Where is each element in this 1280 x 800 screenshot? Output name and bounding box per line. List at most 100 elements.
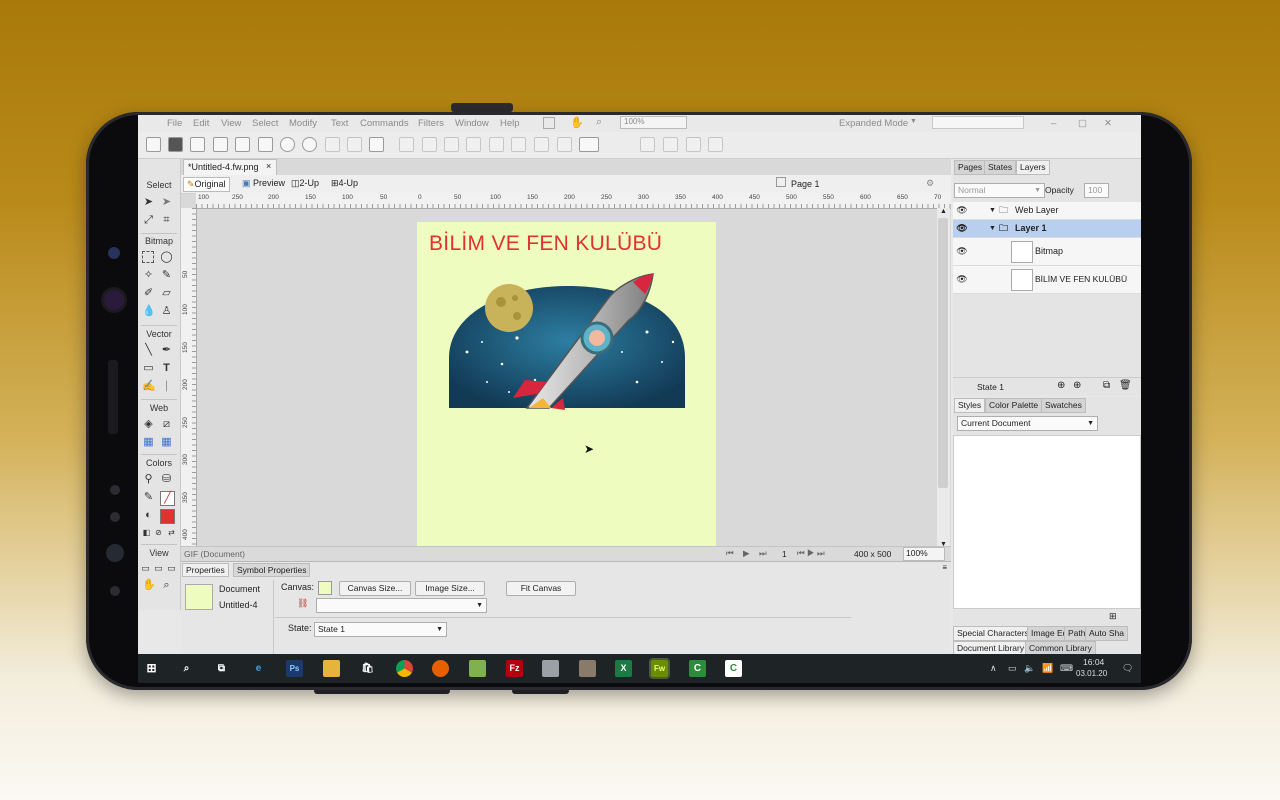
tray-icon[interactable]: ▭ (1008, 663, 1017, 674)
keyboard-icon[interactable]: ⌨ (1060, 663, 1073, 674)
eye-icon[interactable]: 👁 (955, 266, 969, 293)
tab-special-characters[interactable]: Special Characters (953, 626, 1033, 641)
arrange-back-icon[interactable] (663, 137, 678, 152)
full-screen-icon[interactable]: ▭ (165, 562, 178, 575)
eye-icon[interactable]: 👁 (955, 238, 969, 265)
layer-row-web[interactable]: 👁 ▼ 🗀 Web Layer (953, 202, 1141, 220)
new-sublayer-icon[interactable]: ⊕ (1073, 380, 1081, 391)
duplicate-layer-icon[interactable]: ⧉ (1103, 380, 1110, 391)
show-slices-icon[interactable]: ▦ (160, 436, 173, 449)
group-icon[interactable] (399, 137, 414, 152)
notifications-icon[interactable]: 🗨 (1122, 663, 1133, 674)
menu-view[interactable]: View (221, 118, 241, 129)
punch-icon[interactable] (466, 137, 481, 152)
delete-layer-icon[interactable]: 🗑 (1119, 380, 1132, 391)
menu-modify[interactable]: Modify (289, 118, 317, 129)
cut-icon[interactable] (325, 137, 340, 152)
scale-tool-icon[interactable]: ⤢ (142, 214, 155, 227)
layer-row-layer1[interactable]: 👁 ▼ 🗀 Layer 1 (953, 220, 1141, 238)
freeform-tool-icon[interactable]: ✍ (142, 380, 156, 393)
menu-commands[interactable]: Commands (360, 118, 409, 129)
preview-view-button[interactable]: ▣ Preview (239, 177, 288, 190)
menu-select[interactable]: Select (252, 118, 278, 129)
notepad-icon[interactable] (469, 660, 486, 677)
camtasia-recorder-icon[interactable]: C (725, 660, 742, 677)
hand-tool-icon[interactable]: ✋ (142, 579, 156, 592)
close-icon[interactable]: × (266, 161, 271, 171)
prev-page-icon[interactable]: ▶ (743, 548, 750, 559)
tab-states[interactable]: States (984, 160, 1017, 175)
hotspot-tool-icon[interactable]: ◈ (142, 418, 155, 431)
mode-select[interactable]: Expanded Mode (839, 118, 908, 129)
paint-bucket-tool-icon[interactable]: ⛁ (160, 473, 173, 486)
zoom-select[interactable]: 100% (620, 116, 687, 129)
tab-auto-shapes[interactable]: Auto Sha (1085, 626, 1128, 641)
slice-tool-icon[interactable]: ⧄ (160, 418, 173, 431)
tab-symbol-properties[interactable]: Symbol Properties (233, 563, 311, 577)
knife-tool-icon[interactable]: ∣ (160, 380, 173, 393)
menu-file[interactable]: File (167, 118, 182, 129)
magic-wand-tool-icon[interactable]: ✧ (142, 269, 155, 282)
fireworks-icon[interactable]: Fw (649, 658, 670, 679)
volume-icon[interactable]: 🔈 (1024, 663, 1035, 674)
menu-window[interactable]: Window (455, 118, 489, 129)
full-screen-menus-icon[interactable]: ▭ (152, 562, 165, 575)
layer-row-bitmap[interactable]: 👁 Bitmap (953, 238, 1141, 266)
text-tool-icon[interactable]: T (160, 362, 173, 375)
blend-mode-select[interactable]: Normal ▼ (954, 183, 1045, 198)
next-page-icon[interactable]: ⏭ (759, 548, 767, 559)
tab-properties[interactable]: Properties (182, 563, 229, 577)
scroll-up-icon[interactable]: ▲ (940, 208, 947, 215)
layer-row-text[interactable]: 👁 BİLİM VE FEN KULÜBÜ (953, 266, 1141, 294)
print-icon[interactable] (258, 137, 273, 152)
subselect-tool-icon[interactable]: ➤ (160, 196, 173, 209)
zoom-level-select[interactable]: 100% (903, 547, 945, 561)
tab-layers[interactable]: Layers (1016, 160, 1050, 175)
flip-icon[interactable] (708, 137, 723, 152)
taskbar-time[interactable]: 16:04 (1083, 657, 1104, 667)
copy-icon[interactable] (347, 137, 362, 152)
minimize-icon[interactable]: – (1051, 118, 1056, 129)
document-tab[interactable]: *Untitled-4.fw.png × (183, 159, 277, 175)
tab-styles[interactable]: Styles (954, 398, 986, 413)
open-icon[interactable] (190, 137, 205, 152)
firefox-icon[interactable] (432, 660, 449, 677)
zoom-tool-icon[interactable]: ⌕ (160, 579, 173, 592)
media-icon[interactable] (579, 660, 596, 677)
frame-controls-icon[interactable]: ⏮ ▶ ⏭ (797, 548, 825, 559)
chrome-icon[interactable] (396, 660, 413, 677)
canvas-title-text[interactable]: BİLİM VE FEN KULÜBÜ (429, 232, 662, 256)
tab-pages[interactable]: Pages (954, 160, 987, 175)
intersect-icon[interactable] (511, 137, 526, 152)
new-style-icon[interactable]: ⊞ (1109, 611, 1117, 622)
filezilla-icon[interactable]: Fz (506, 660, 523, 677)
ungroup-icon[interactable] (422, 137, 437, 152)
fit-canvas-button[interactable]: Fit Canvas (506, 581, 576, 596)
menu-help[interactable]: Help (500, 118, 520, 129)
import-icon[interactable] (213, 137, 228, 152)
store-icon[interactable]: 🛍 (359, 660, 376, 677)
combine-icon[interactable] (444, 137, 459, 152)
arrange-front-icon[interactable] (640, 137, 655, 152)
swap-colors-icon[interactable]: ⇄ (165, 526, 178, 539)
hide-slices-icon[interactable]: ▦ (142, 436, 155, 449)
pencil-tool-icon[interactable]: ✐ (142, 287, 155, 300)
standard-screen-icon[interactable]: ▭ (139, 562, 152, 575)
no-color-icon[interactable]: ⊘ (152, 526, 165, 539)
export-icon[interactable] (235, 137, 250, 152)
eraser-tool-icon[interactable]: ▱ (160, 287, 173, 300)
four-up-view-button[interactable]: ⊞4-Up (328, 177, 361, 190)
edge-icon[interactable]: e (250, 660, 267, 677)
menu-text[interactable]: Text (331, 118, 348, 129)
canvas-link-select[interactable]: ▼ (316, 598, 487, 613)
redo-icon[interactable] (302, 137, 317, 152)
chevron-down-icon[interactable]: ▼ (989, 220, 996, 237)
windows-start-icon[interactable]: ⊞ (143, 660, 160, 677)
crop-tool-icon[interactable]: ⌗ (160, 214, 173, 227)
menu-edit[interactable]: Edit (193, 118, 209, 129)
scroll-thumb[interactable] (938, 218, 948, 488)
pen-tool-icon[interactable]: ✒ (160, 344, 173, 357)
stroke-color-icon[interactable]: ✎ (142, 491, 155, 504)
new-layer-icon[interactable]: ⊕ (1057, 380, 1065, 391)
hand-icon[interactable]: ✋ (570, 116, 584, 129)
